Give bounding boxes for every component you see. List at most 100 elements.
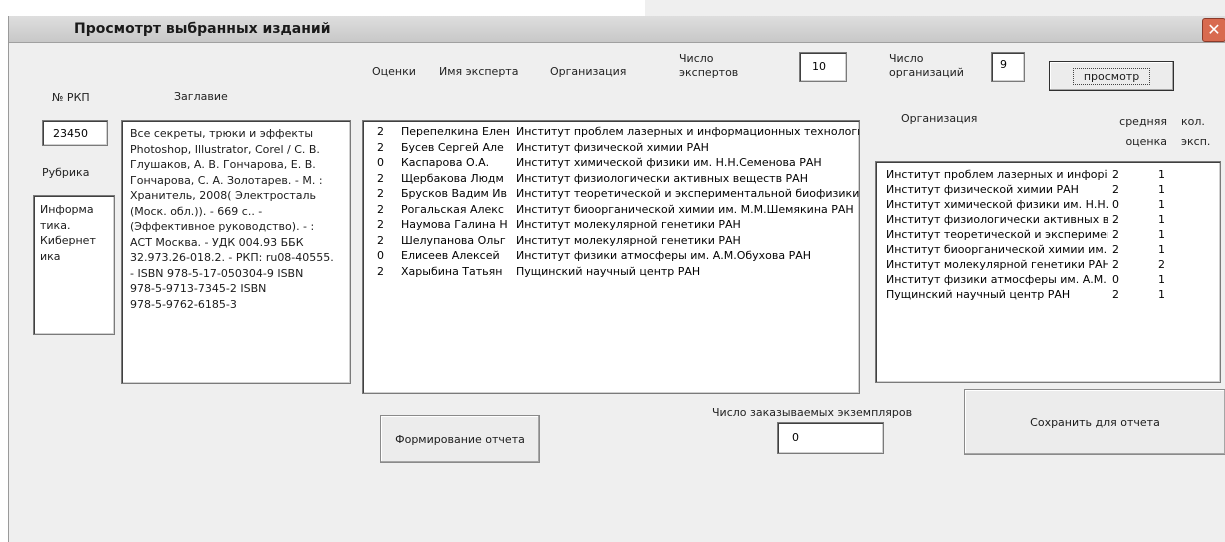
experts-count-value: 10 [812,60,826,73]
expert-name: Шелупанова Ольг [401,233,506,247]
org-name: Институт теоретической и эксперимен [886,228,1108,241]
expert-row[interactable]: 2 Брусков Вадим Ив Институт теоретической … [363,187,859,202]
org-name: Институт биоорганической химии им. [886,243,1108,256]
expert-org: Институт проблем лазерных и информационн… [516,125,859,138]
org-average-score: 2 [1112,243,1119,256]
expert-row[interactable]: 0 Елисеев Алексей Институт физики атмосфер… [363,249,859,264]
copies-field[interactable]: 0 [777,422,884,454]
expert-name: Брусков Вадим Ив [401,187,507,200]
org-average-score: 2 [1112,228,1119,241]
experts-count-field[interactable]: 10 [799,52,847,82]
org-average-score: 2 [1112,288,1119,301]
expert-name: Бусев Сергей Але [401,140,504,154]
expert-name: Рогальская Алекс [401,202,504,216]
expert-row[interactable]: 2 Бусев Сергей Але Институт физической хим… [363,141,859,156]
expert-row[interactable]: 2 Наумова Галина Н Институт молекулярной г… [363,218,859,233]
expert-score: 2 [377,140,384,154]
org-average-score: 0 [1112,198,1119,211]
close-icon[interactable]: ✕ [1202,18,1225,42]
dialog-window: Просмотрт выбранных изданий ✕ № РКП Загл… [8,16,1225,542]
expert-name: Перепелкина Елен [401,125,510,138]
expert-name: Щербакова Людм [401,171,504,185]
expert-org: Институт молекулярной генетики РАН [516,233,741,247]
org-name: Институт молекулярной генетики РАН [886,258,1108,271]
org-average-score: 2 [1112,183,1119,196]
expert-score: 2 [377,202,384,216]
expert-name: Харыбина Татьян [401,264,503,278]
copies-label: Число заказываемых экземпляров [712,406,913,419]
org-expert-count: 1 [1158,213,1165,226]
org-row[interactable]: Институт физики атмосферы им. А.М. 0 1 [876,273,1220,288]
report-button[interactable]: Формирование отчета [380,415,540,463]
org-expert-count: 2 [1158,258,1165,271]
expert-score: 2 [377,218,384,231]
expert-score: 2 [377,187,384,200]
rkp-value: 23450 [53,127,88,140]
org-average-score: 2 [1112,258,1119,271]
org-average-score: 2 [1112,168,1119,181]
org-expert-count: 1 [1158,273,1165,286]
orgs-col-count-header: кол. эксп. [1181,115,1211,148]
org-row[interactable]: Институт физиологически активных в 2 1 [876,213,1220,228]
title-text: Все секреты, трюки и эффекты Photoshop, … [130,127,334,311]
rubric-text: Информа тика. Кибернет ика [40,203,96,263]
expert-row[interactable]: 2 Харыбина Татьян Пущинский научный центр … [363,265,859,280]
window-title: Просмотрт выбранных изданий [74,21,331,37]
org-name: Институт химической физики им. Н.Н. [886,198,1108,211]
expert-score: 2 [377,171,384,185]
org-row[interactable]: Институт химической физики им. Н.Н. 0 1 [876,198,1220,213]
org-row[interactable]: Институт физической химии РАН 2 1 [876,183,1220,198]
expert-org: Институт молекулярной генетики РАН [516,218,741,231]
expert-org: Пущинский научный центр РАН [516,264,701,278]
col-scores-header: Оценки [372,65,416,78]
rubric-field[interactable]: Информа тика. Кибернет ика [33,195,115,335]
org-row[interactable]: Институт биоорганической химии им. 2 1 [876,243,1220,258]
expert-score: 0 [377,249,384,262]
org-row[interactable]: Институт молекулярной генетики РАН 2 2 [876,258,1220,273]
save-report-button-label: Сохранить для отчета [1030,415,1160,429]
expert-score: 0 [377,156,384,169]
org-average-score: 2 [1112,213,1119,226]
org-expert-count: 1 [1158,198,1165,211]
expert-row[interactable]: 2 Перепелкина Елен Институт проблем лазерн… [363,125,859,140]
expert-name: Елисеев Алексей [401,249,500,262]
report-button-label: Формирование отчета [395,432,525,446]
expert-score: 2 [377,264,384,278]
orgs-col-avg-header: средняя оценка [1119,115,1167,148]
org-row[interactable]: Институт теоретической и эксперимен 2 1 [876,228,1220,243]
orgs-count-value: 9 [1000,58,1007,71]
org-expert-count: 1 [1158,228,1165,241]
rubric-label: Рубрика [42,166,90,179]
rkp-field[interactable]: 23450 [42,120,108,146]
expert-row[interactable]: 2 Шелупанова Ольг Институт молекулярной ге… [363,234,859,249]
expert-name: Каспарова О.А. [401,156,490,169]
expert-row[interactable]: 0 Каспарова О.А. Институт химической физик… [363,156,859,171]
title-label: Заглавие [174,90,228,103]
experts-count-label: Число экспертов [679,52,739,79]
expert-org: Институт теоретической и экспериментальн… [516,187,859,200]
orgs-list[interactable]: Институт проблем лазерных и инфорі 2 1 Инст… [875,161,1221,383]
view-button-label: просмотр [1072,67,1151,85]
org-expert-count: 1 [1158,243,1165,256]
org-row[interactable]: Пущинский научный центр РАН 2 1 [876,288,1220,303]
expert-row[interactable]: 2 Рогальская Алекс Институт биоорганическо… [363,203,859,218]
org-expert-count: 1 [1158,183,1165,196]
title-textbox[interactable]: Все секреты, трюки и эффекты Photoshop, … [121,120,351,384]
expert-score: 2 [377,233,384,247]
save-report-button[interactable]: Сохранить для отчета [964,389,1225,455]
org-name: Институт проблем лазерных и инфорі [886,168,1108,181]
org-name: Институт физиологически активных в [886,213,1108,226]
org-average-score: 0 [1112,273,1119,286]
expert-org: Институт биоорганической химии им. М.М.Ш… [516,202,854,216]
copies-value: 0 [792,431,799,444]
orgs-count-field[interactable]: 9 [991,52,1025,82]
col-org-header: Организация [550,65,627,78]
rkp-label: № РКП [52,91,90,104]
expert-org: Институт физиологически активных веществ… [516,171,808,185]
org-expert-count: 1 [1158,288,1165,301]
view-button[interactable]: просмотр [1049,61,1174,91]
org-row[interactable]: Институт проблем лазерных и инфорі 2 1 [876,168,1220,183]
org-name: Институт физики атмосферы им. А.М. [886,273,1107,286]
expert-row[interactable]: 2 Щербакова Людм Институт физиологически а… [363,172,859,187]
experts-list[interactable]: 2 Перепелкина Елен Институт проблем лазерн… [362,120,860,394]
